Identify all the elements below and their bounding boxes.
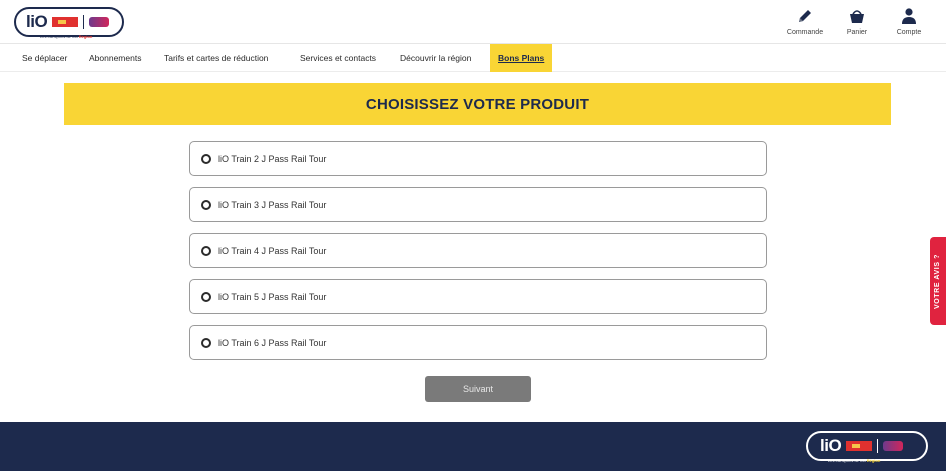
footer: liO Les transports de ma Région — [0, 422, 946, 471]
radio-icon[interactable] — [201, 337, 211, 348]
product-option-label: liO Train 3 J Pass Rail Tour — [218, 199, 327, 210]
footer-logo-subtitle: Les transports de ma Région — [828, 458, 881, 463]
product-option[interactable]: liO Train 3 J Pass Rail Tour — [189, 187, 767, 222]
region-flag-icon — [846, 441, 873, 451]
product-option[interactable]: liO Train 6 J Pass Rail Tour — [189, 325, 767, 360]
basket-icon — [831, 5, 883, 27]
product-option-label: liO Train 5 J Pass Rail Tour — [218, 291, 327, 302]
product-option-label: liO Train 2 J Pass Rail Tour — [218, 153, 327, 164]
panier-button[interactable]: Panier — [831, 5, 883, 39]
feedback-label: VOTRE AVIS ? — [934, 253, 942, 309]
radio-icon[interactable] — [201, 291, 211, 302]
logo-divider — [877, 439, 879, 453]
product-option[interactable]: liO Train 4 J Pass Rail Tour — [189, 233, 767, 268]
main-nav: Se déplacer Abonnements Tarifs et cartes… — [0, 44, 946, 72]
radio-icon[interactable] — [201, 199, 211, 210]
radio-icon[interactable] — [201, 153, 211, 164]
commande-button[interactable]: Commande — [779, 5, 831, 39]
logo-text: liO — [26, 12, 48, 31]
sncf-logo-icon — [883, 441, 904, 451]
page-title: CHOISISSEZ VOTRE PRODUIT — [365, 95, 590, 113]
product-option-label: liO Train 4 J Pass Rail Tour — [218, 245, 327, 256]
nav-services[interactable]: Services et contacts — [300, 44, 376, 72]
product-option[interactable]: liO Train 2 J Pass Rail Tour — [189, 141, 767, 176]
product-option-label: liO Train 6 J Pass Rail Tour — [218, 337, 327, 348]
compte-button[interactable]: Compte — [883, 5, 935, 39]
nav-se-deplacer[interactable]: Se déplacer — [22, 44, 67, 72]
top-header: liO Les transports de ma Région Commande… — [0, 0, 946, 44]
product-option[interactable]: liO Train 5 J Pass Rail Tour — [189, 279, 767, 314]
nav-bons-plans[interactable]: Bons Plans — [490, 44, 553, 72]
radio-icon[interactable] — [201, 245, 211, 256]
nav-decouvrir[interactable]: Découvrir la région — [400, 44, 471, 72]
next-button[interactable]: Suivant — [425, 376, 531, 402]
title-banner: CHOISISSEZ VOTRE PRODUIT — [64, 83, 891, 125]
nav-abonnements[interactable]: Abonnements — [89, 44, 141, 72]
panier-label: Panier — [846, 29, 868, 36]
footer-logo-text: liO — [820, 436, 842, 455]
lio-logo[interactable]: liO Les transports de ma Région — [14, 7, 124, 39]
user-icon — [883, 5, 935, 27]
pencil-icon — [779, 5, 831, 27]
logo-divider — [83, 15, 85, 29]
footer-lio-logo[interactable]: liO Les transports de ma Région — [806, 431, 928, 463]
nav-tarifs[interactable]: Tarifs et cartes de réduction — [164, 44, 268, 72]
sncf-logo-icon — [89, 17, 110, 27]
region-flag-icon — [52, 17, 79, 27]
feedback-tab[interactable]: VOTRE AVIS ? — [930, 237, 946, 325]
compte-label: Compte — [896, 29, 922, 36]
commande-label: Commande — [786, 29, 824, 36]
logo-subtitle: Les transports de ma Région — [40, 34, 93, 39]
